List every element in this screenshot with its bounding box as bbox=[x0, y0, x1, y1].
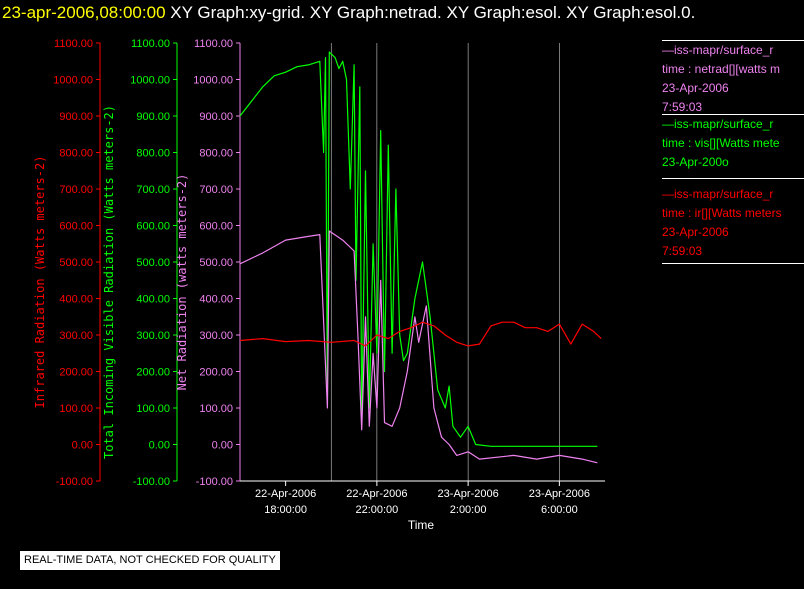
y-tick-label-net: 0.00 bbox=[212, 440, 233, 452]
y-tick-label-vis: 600.00 bbox=[136, 221, 170, 233]
legend-entry-net: —iss-mapr/surface_r time : netrad[][watt… bbox=[662, 40, 804, 117]
y-axis-label-vis: Total Incoming Visible Radiation (Watts … bbox=[102, 105, 116, 459]
series-line-vis bbox=[239, 51, 598, 447]
y-tick-label-net: 800.00 bbox=[199, 148, 233, 160]
y-tick-label-ir: 300.00 bbox=[59, 330, 93, 342]
x-tick-label-date: 22-Apr-2006 bbox=[346, 488, 407, 500]
y-tick-label-net: 200.00 bbox=[199, 367, 233, 379]
y-tick-label-vis: 1100.00 bbox=[131, 38, 170, 50]
legend-ir-line4: 7:59:03 bbox=[662, 244, 703, 258]
y-tick-label-net: 600.00 bbox=[199, 221, 233, 233]
y-tick-label-vis: 1000.00 bbox=[130, 75, 170, 87]
legend-vis-line2: time : vis[][Watts mete bbox=[662, 136, 780, 150]
y-tick-label-ir: 600.00 bbox=[59, 221, 93, 233]
y-tick-label-net: 1000.00 bbox=[193, 75, 233, 87]
y-tick-label-vis: -100.00 bbox=[133, 476, 170, 488]
y-tick-label-ir: 0.00 bbox=[72, 440, 93, 452]
y-axis-label-ir: Infrared Radiation (Watts meters-2) bbox=[33, 156, 47, 409]
y-tick-label-vis: 900.00 bbox=[136, 111, 170, 123]
x-tick-label-date: 22-Apr-2006 bbox=[255, 488, 316, 500]
y-tick-label-ir: 700.00 bbox=[59, 184, 93, 196]
y-tick-label-net: -100.00 bbox=[196, 476, 233, 488]
x-tick-label-date: 23-Apr-2006 bbox=[438, 488, 499, 500]
y-tick-label-ir: 400.00 bbox=[59, 294, 93, 306]
y-tick-label-net: 300.00 bbox=[199, 330, 233, 342]
y-tick-label-vis: 400.00 bbox=[136, 294, 170, 306]
y-tick-label-ir: 100.00 bbox=[59, 403, 93, 415]
series-line-net bbox=[239, 230, 598, 464]
y-tick-label-vis: 200.00 bbox=[136, 367, 170, 379]
y-tick-label-vis: 0.00 bbox=[149, 440, 170, 452]
y-tick-label-ir: 500.00 bbox=[59, 257, 93, 269]
y-tick-label-vis: 100.00 bbox=[136, 403, 170, 415]
y-tick-label-net: 100.00 bbox=[199, 403, 233, 415]
y-tick-label-vis: 300.00 bbox=[136, 330, 170, 342]
y-tick-label-net: 700.00 bbox=[199, 184, 233, 196]
legend-net-line2: time : netrad[][watts m bbox=[662, 62, 781, 76]
y-tick-label-net: 500.00 bbox=[199, 257, 233, 269]
quality-notice: REAL-TIME DATA, NOT CHECKED FOR QUALITY bbox=[20, 551, 280, 570]
y-tick-label-ir: 900.00 bbox=[59, 111, 93, 123]
y-tick-label-net: 1100.00 bbox=[194, 38, 233, 50]
legend-ir-line1: —iss-mapr/surface_r bbox=[662, 187, 774, 201]
y-axis-label-net: Net Radiation (watts meters-2) bbox=[175, 174, 189, 391]
x-tick-label-time: 6:00:00 bbox=[541, 504, 578, 516]
legend-net-line1: —iss-mapr/surface_r bbox=[662, 43, 774, 57]
legend-ir-line3: 23-Apr-2006 bbox=[662, 225, 729, 239]
x-tick-label-time: 18:00:00 bbox=[264, 504, 307, 516]
legend-vis-line1: —iss-mapr/surface_r bbox=[662, 117, 774, 131]
y-tick-label-vis: 800.00 bbox=[136, 148, 170, 160]
x-tick-label-time: 2:00:00 bbox=[450, 504, 487, 516]
legend-vis-line3: 23-Apr-200o bbox=[662, 155, 729, 169]
y-tick-label-ir: 800.00 bbox=[59, 148, 93, 160]
legend-net-line3: 23-Apr-2006 bbox=[662, 81, 729, 95]
legend-entry-ir: —iss-mapr/surface_r time : ir[][Watts me… bbox=[662, 178, 804, 264]
legend-entry-vis: —iss-mapr/surface_r time : vis[][Watts m… bbox=[662, 114, 804, 172]
y-tick-label-vis: 700.00 bbox=[136, 184, 170, 196]
y-tick-label-ir: -100.00 bbox=[56, 476, 93, 488]
legend-ir-line2: time : ir[][Watts meters bbox=[662, 206, 782, 220]
y-tick-label-ir: 1000.00 bbox=[53, 75, 93, 87]
y-tick-label-vis: 500.00 bbox=[136, 257, 170, 269]
x-tick-label-time: 22:00:00 bbox=[355, 504, 398, 516]
x-axis-label: Time bbox=[408, 518, 435, 532]
y-tick-label-ir: 200.00 bbox=[59, 367, 93, 379]
y-tick-label-net: 400.00 bbox=[199, 294, 233, 306]
x-tick-label-date: 23-Apr-2006 bbox=[529, 488, 590, 500]
y-tick-label-ir: 1100.00 bbox=[54, 38, 93, 50]
y-tick-label-net: 900.00 bbox=[199, 111, 233, 123]
